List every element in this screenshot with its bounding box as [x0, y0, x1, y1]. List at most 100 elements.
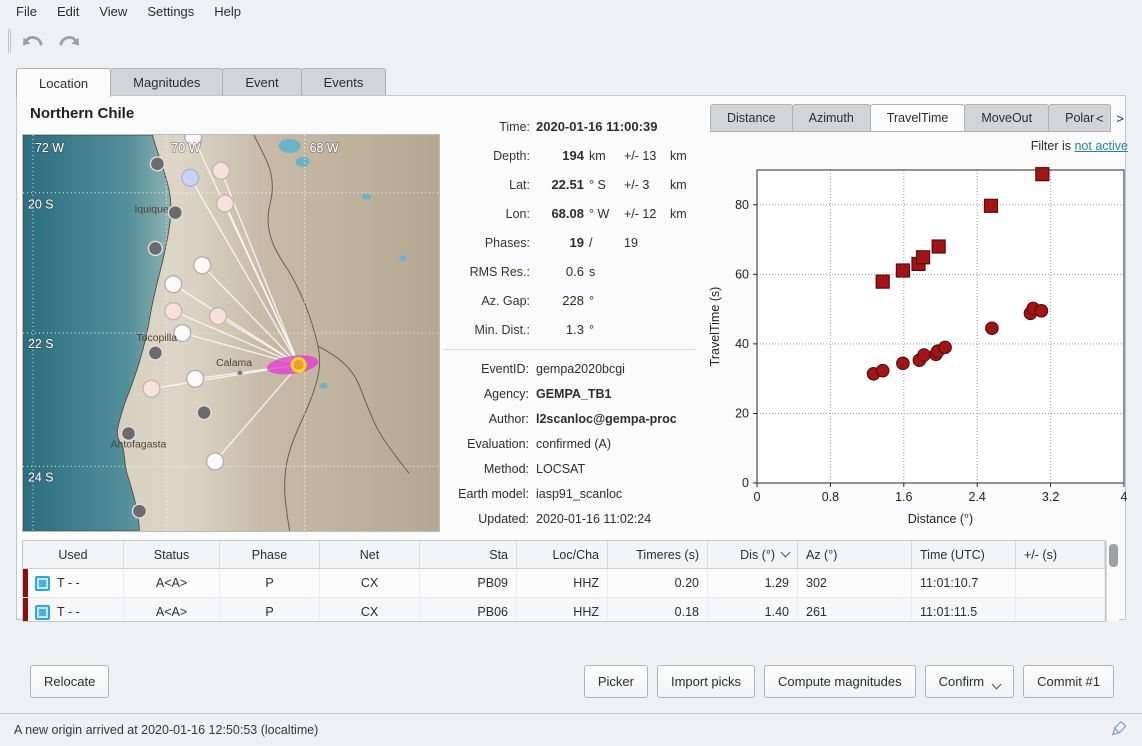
column-header-label: Sta: [489, 548, 508, 562]
station-marker-white[interactable]: [207, 453, 224, 470]
info-unit: s: [584, 265, 622, 279]
column-header-net[interactable]: Net: [320, 541, 420, 568]
station-marker-pink[interactable]: [217, 195, 234, 212]
column-header-sta[interactable]: Sta: [420, 541, 517, 568]
station-marker-white[interactable]: [187, 370, 204, 387]
data-point-p[interactable]: [986, 322, 998, 334]
tab-events[interactable]: Events: [301, 68, 387, 96]
meta-label: Method:: [443, 462, 535, 476]
data-point-s[interactable]: [896, 264, 909, 277]
menu-help[interactable]: Help: [204, 0, 251, 24]
data-point-p[interactable]: [1035, 305, 1047, 317]
filter-link[interactable]: not active: [1074, 139, 1128, 153]
plot-tab-traveltime[interactable]: TravelTime: [870, 104, 966, 132]
station-marker-dark[interactable]: [150, 157, 164, 171]
used-checkbox[interactable]: [35, 576, 50, 591]
data-point-p[interactable]: [939, 341, 951, 353]
arrivals-table[interactable]: Used StatusPhaseNet Sta Loc/ChaTimeres (s)D…: [22, 540, 1106, 622]
station-marker-dark[interactable]: [197, 406, 211, 420]
tab-magnitudes[interactable]: Magnitudes: [110, 68, 223, 96]
data-point-p[interactable]: [876, 364, 888, 376]
menu-file[interactable]: File: [6, 0, 47, 24]
compute-magnitudes-button[interactable]: Compute magnitudes: [764, 665, 916, 698]
column-header-status[interactable]: Status: [124, 541, 220, 568]
plot-tab-distance[interactable]: Distance: [710, 104, 793, 132]
relocate-button[interactable]: Relocate: [30, 665, 109, 698]
column-header-loc-cha[interactable]: Loc/Cha: [517, 541, 608, 568]
station-marker-pink[interactable]: [165, 303, 182, 320]
plot-area[interactable]: [757, 170, 1124, 483]
data-point-s[interactable]: [917, 251, 930, 264]
phase-color-bar: [23, 569, 28, 597]
cell-phase: P: [220, 598, 320, 622]
plot-tab-scroll-right-icon[interactable]: >: [1116, 111, 1124, 126]
menu-edit[interactable]: Edit: [47, 0, 89, 24]
column-header-az[interactable]: Az (°): [798, 541, 912, 568]
column-header-used[interactable]: Used: [23, 541, 124, 568]
table-row[interactable]: T - -A<A>PCXPB06HHZ0.181.4026111:01:11.5: [23, 598, 1105, 622]
used-checkbox[interactable]: [35, 605, 50, 620]
station-marker-dark[interactable]: [168, 206, 182, 220]
column-header-phase[interactable]: Phase: [220, 541, 320, 568]
data-point-s[interactable]: [932, 240, 945, 253]
plot-tab-moveout[interactable]: MoveOut: [964, 104, 1049, 132]
data-point-p[interactable]: [918, 349, 930, 361]
data-point-p[interactable]: [897, 357, 909, 369]
table-row[interactable]: T - -A<A>PCXPB09HHZ0.201.2930211:01:10.7: [23, 569, 1105, 598]
info-error: +/- 3: [622, 178, 668, 192]
column-header-label: Used: [58, 548, 87, 562]
table-scrollbar[interactable]: [1106, 541, 1119, 621]
meta-value: confirmed (A): [535, 437, 695, 451]
cell-dis: 1.40: [708, 598, 798, 622]
status-message: A new origin arrived at 2020-01-16 12:50…: [14, 723, 318, 737]
meta-value: LOCSAT: [535, 462, 695, 476]
data-point-s[interactable]: [1036, 168, 1049, 181]
column-header-time-utc[interactable]: Time (UTC): [912, 541, 1016, 568]
station-marker-dark[interactable]: [132, 504, 146, 518]
column-header-s[interactable]: +/- (s): [1016, 541, 1105, 568]
cell-phase: P: [220, 569, 320, 597]
data-point-s[interactable]: [984, 199, 997, 212]
undo-button[interactable]: [19, 28, 47, 54]
epicenter-marker[interactable]: [292, 358, 305, 371]
station-marker-pink[interactable]: [213, 162, 230, 179]
menu-settings[interactable]: Settings: [137, 0, 204, 24]
station-marker-lavender[interactable]: [182, 169, 199, 186]
origin-info-row: Time:2020-01-16 11:00:39: [448, 112, 698, 141]
info-error-unit: km: [668, 178, 698, 192]
plot-tab-azimuth[interactable]: Azimuth: [792, 104, 871, 132]
station-map[interactable]: IquiqueTocopillaCalamaAntofagasta72 W70 …: [22, 134, 440, 532]
picker-button[interactable]: Picker: [584, 665, 648, 698]
y-tick-label: 80: [735, 198, 749, 212]
station-marker-white[interactable]: [194, 257, 211, 274]
redo-arrow-icon: [58, 31, 80, 52]
tab-location[interactable]: Location: [16, 68, 111, 97]
column-header-dis[interactable]: Dis (°): [708, 541, 798, 568]
info-unit: ° S: [584, 178, 622, 192]
meta-value: l2scanloc@gempa-proc: [535, 412, 695, 426]
station-marker-dark[interactable]: [122, 427, 136, 441]
tab-event[interactable]: Event: [222, 68, 301, 96]
meta-label: Updated:: [443, 512, 535, 526]
cell-az: 261: [798, 598, 912, 622]
station-marker-pink[interactable]: [143, 380, 160, 397]
confirm-button[interactable]: Confirm: [925, 665, 1015, 698]
import-picks-button[interactable]: Import picks: [657, 665, 755, 698]
column-header-timeres-s[interactable]: Timeres (s): [608, 541, 708, 568]
filter-status: Filter is not active: [705, 139, 1128, 153]
info-error-unit: km: [668, 207, 698, 221]
station-marker-dark[interactable]: [148, 241, 162, 255]
info-error-unit: km: [668, 149, 698, 163]
table-scrollbar-thumb[interactable]: [1109, 544, 1118, 567]
plot-tab-scroll-left-icon[interactable]: <: [1096, 111, 1104, 126]
toolbar-grip[interactable]: [8, 29, 11, 53]
station-marker-white[interactable]: [165, 276, 182, 293]
redo-button[interactable]: [55, 28, 83, 54]
commit-button[interactable]: Commit #1: [1023, 665, 1114, 698]
cell-sta: PB06: [420, 598, 517, 622]
menu-view[interactable]: View: [89, 0, 137, 24]
station-marker-pink[interactable]: [210, 308, 227, 325]
data-point-s[interactable]: [876, 275, 889, 288]
traveltime-plot[interactable]: 00.81.62.43.24020406080Distance (°)Trave…: [705, 160, 1135, 532]
station-marker-dark[interactable]: [148, 346, 162, 360]
